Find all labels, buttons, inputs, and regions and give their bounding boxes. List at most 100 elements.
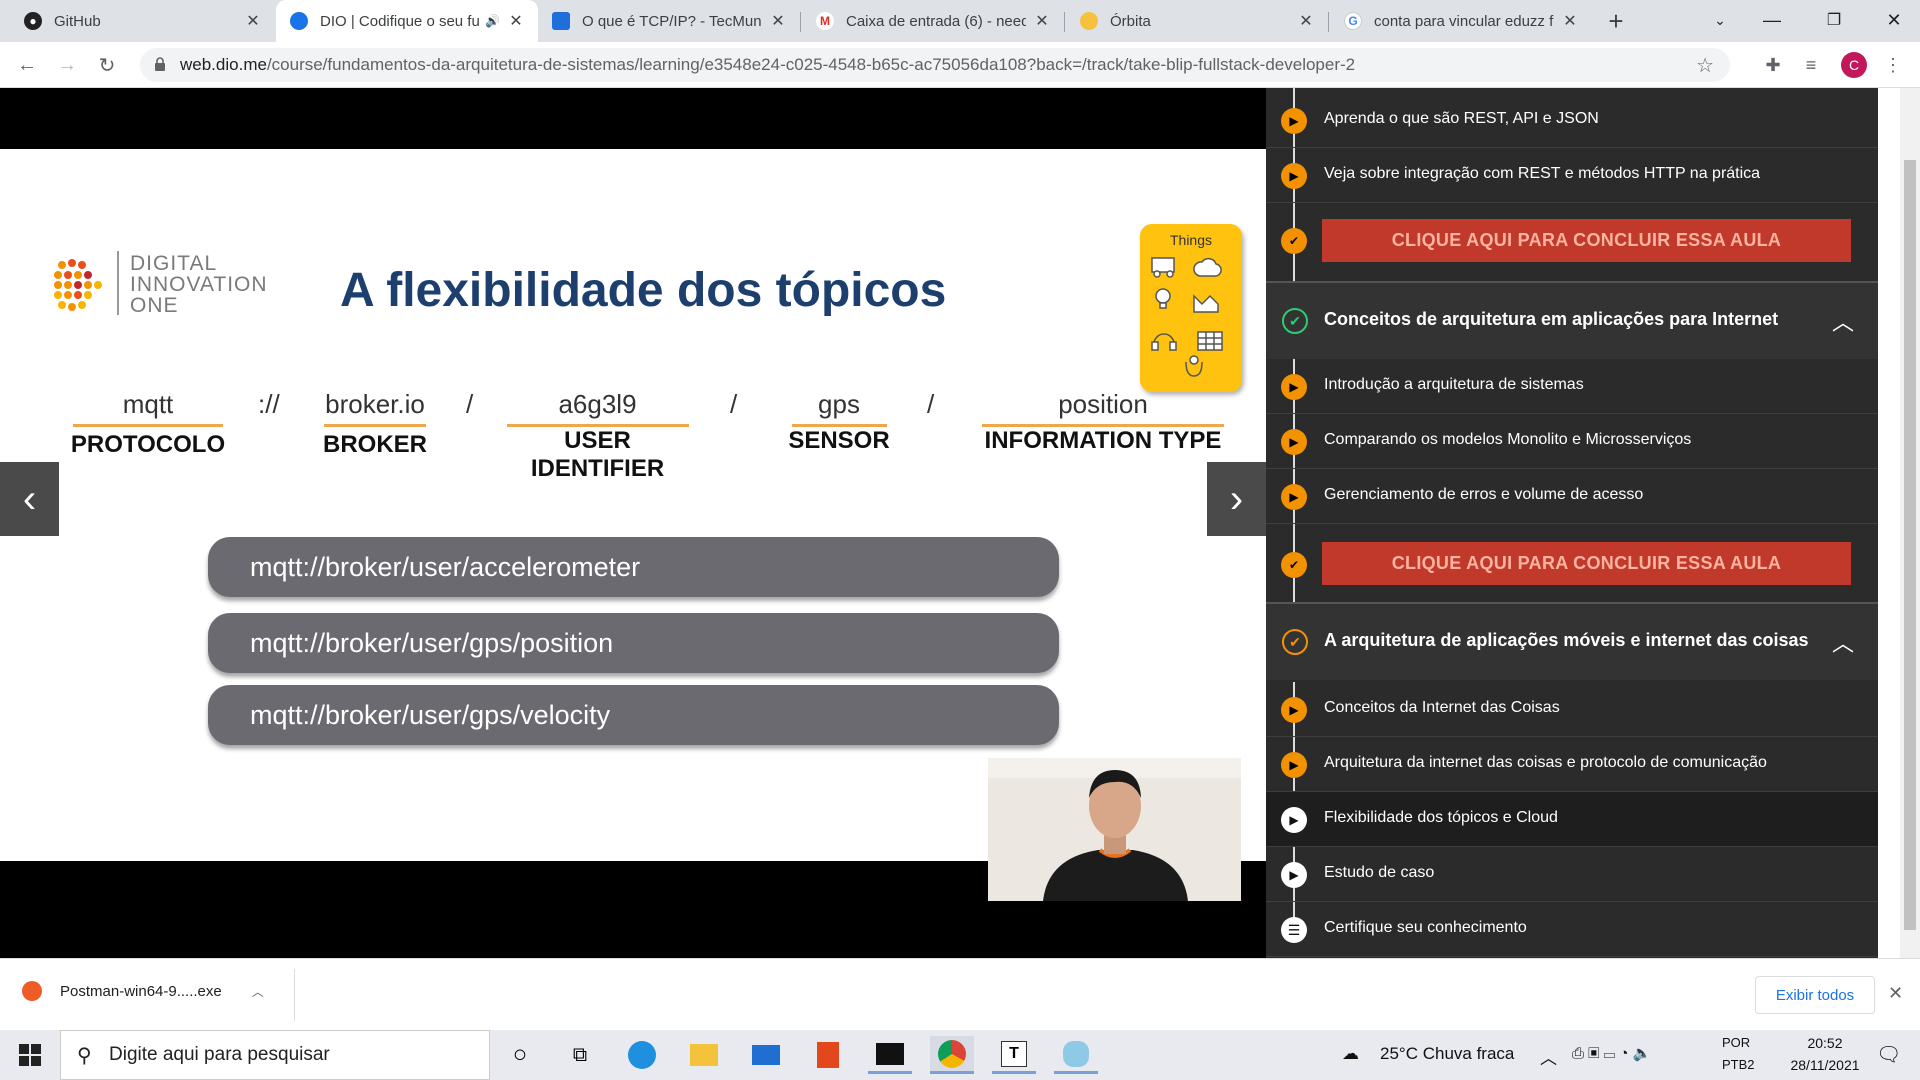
video-player[interactable]: DIGITAL INNOVATION ONE A flexibilidade d…: [0, 88, 1266, 958]
system-tray-icons[interactable]: ⎙ ▣ ▭ ◔ 🔈: [1572, 1044, 1651, 1062]
lesson-item[interactable]: ▶ Comparando os modelos Monolito e Micro…: [1266, 414, 1878, 469]
tab-gmail[interactable]: M Caixa de entrada (6) - need ✕: [802, 0, 1064, 42]
reading-list-icon[interactable]: ≡: [1798, 52, 1824, 78]
forward-icon[interactable]: →: [52, 50, 82, 80]
lesson-title: Introdução a arquitetura de sistemas: [1324, 376, 1584, 393]
extensions-icon[interactable]: ✚: [1760, 52, 1786, 78]
close-icon[interactable]: ✕: [770, 11, 786, 31]
lesson-item[interactable]: ▶ Gerenciamento de erros e volume de ace…: [1266, 469, 1878, 524]
segment-underline: [73, 424, 223, 427]
notifications-icon[interactable]: 🗨: [1876, 1042, 1901, 1067]
tab-orbita[interactable]: Órbita ✕: [1066, 0, 1328, 42]
weather-icon[interactable]: ☁: [1342, 1044, 1359, 1064]
separator: /: [927, 389, 935, 419]
bookmark-star-icon[interactable]: ☆: [1696, 53, 1714, 78]
segment-value: position: [1058, 389, 1148, 419]
paint-icon[interactable]: [1054, 1036, 1098, 1074]
clock-time[interactable]: 20:52: [1790, 1035, 1860, 1051]
lesson-item[interactable]: ▶ Veja sobre integração com REST e métod…: [1266, 148, 1878, 203]
weather-text[interactable]: 25°C Chuva fraca: [1380, 1044, 1514, 1064]
scrollbar-thumb[interactable]: [1904, 160, 1916, 930]
clock-date[interactable]: 28/11/2021: [1782, 1057, 1868, 1073]
page-scrollbar[interactable]: [1900, 88, 1920, 958]
segment-value: a6g3l9: [558, 389, 637, 419]
lock-icon: [155, 57, 165, 71]
lesson-title: Comparando os modelos Monolito e Micross…: [1324, 431, 1692, 448]
lesson-item[interactable]: ☰ Certifique seu conhecimento: [1266, 902, 1878, 957]
mail-icon[interactable]: [744, 1036, 788, 1074]
tab-title: O que é TCP/IP? - TecMund: [582, 12, 762, 30]
lesson-title: Gerenciamento de erros e volume de acess…: [1324, 486, 1644, 503]
office-icon[interactable]: [806, 1036, 850, 1074]
download-item[interactable]: Postman-win64-9.....exe ︿: [22, 981, 264, 1001]
play-icon: ▶: [1281, 862, 1307, 888]
section-header[interactable]: ✔ A arquitetura de aplicações móveis e i…: [1266, 602, 1878, 680]
file-explorer-icon[interactable]: [682, 1036, 726, 1074]
lesson-item[interactable]: ▶ Arquitetura da internet das coisas e p…: [1266, 737, 1878, 792]
show-all-downloads-button[interactable]: Exibir todos: [1755, 976, 1875, 1014]
segment-label: SENSOR: [788, 427, 890, 454]
segment-label: BROKER: [322, 431, 427, 458]
chevron-up-icon[interactable]: ︿: [1832, 305, 1854, 337]
close-icon[interactable]: ✕: [1034, 11, 1050, 31]
menu-icon[interactable]: ⋮: [1880, 52, 1906, 78]
lesson-item[interactable]: ▶ Aprenda o que são REST, API e JSON: [1266, 88, 1878, 148]
reload-icon[interactable]: ↻: [92, 50, 122, 80]
divider: [294, 969, 295, 1021]
segment-user-identifier: a6g3l9 USER IDENTIFIER: [500, 389, 695, 483]
url-host: web.dio.me: [180, 55, 267, 74]
typora-icon[interactable]: T: [992, 1036, 1036, 1074]
tab-dio[interactable]: DIO | Codifique o seu fu 🔊 ✕: [276, 0, 538, 42]
terminal-icon[interactable]: [868, 1036, 912, 1074]
tab-tecmundo[interactable]: O que é TCP/IP? - TecMund ✕: [538, 0, 800, 42]
segment-value: broker.io: [325, 389, 425, 419]
language-top[interactable]: POR: [1722, 1035, 1750, 1050]
back-icon[interactable]: ←: [12, 50, 42, 80]
segment-sensor: gps SENSOR: [780, 389, 898, 455]
show-hidden-icons[interactable]: ︿: [1540, 1044, 1557, 1069]
logo-line: DIGITAL: [130, 252, 218, 275]
search-icon: ⚲: [77, 1045, 92, 1067]
chevron-up-icon[interactable]: ︿: [252, 983, 264, 1000]
prev-slide-button[interactable]: ‹: [0, 462, 59, 536]
lesson-item-current[interactable]: ▶ Flexibilidade dos tópicos e Cloud: [1266, 792, 1878, 847]
tab-search-icon[interactable]: ⌄: [1690, 0, 1750, 40]
close-icon[interactable]: ✕: [508, 11, 524, 31]
tab-github[interactable]: ● GitHub ✕: [10, 0, 275, 42]
address-bar[interactable]: web.dio.me/course/fundamentos-da-arquite…: [140, 48, 1730, 82]
edge-icon[interactable]: [620, 1036, 664, 1074]
windows-start-icon[interactable]: [8, 1036, 52, 1074]
chevron-left-icon: ‹: [22, 476, 37, 521]
close-icon[interactable]: ✕: [1562, 11, 1578, 31]
section-header[interactable]: ✔ Conceitos de arquitetura em aplicações…: [1266, 281, 1878, 359]
taskbar-search-input[interactable]: ⚲ Digite aqui para pesquisar: [60, 1030, 490, 1080]
next-slide-button[interactable]: ›: [1207, 462, 1266, 536]
segment-value: mqtt: [122, 389, 174, 419]
tab-title: DIO | Codifique o seu fu: [320, 12, 480, 30]
lesson-item[interactable]: ▶ Introdução a arquitetura de sistemas: [1266, 359, 1878, 414]
lesson-item[interactable]: ▶ Conceitos da Internet das Coisas: [1266, 682, 1878, 737]
chevron-up-icon[interactable]: ︿: [1832, 626, 1854, 658]
maximize-button[interactable]: ❐: [1804, 0, 1864, 40]
conclude-lesson-button[interactable]: CLIQUE AQUI PARA CONCLUIR ESSA AULA: [1322, 219, 1851, 262]
tab-title: Órbita: [1110, 12, 1151, 30]
profile-avatar[interactable]: C: [1841, 52, 1867, 78]
close-icon[interactable]: ✕: [1888, 983, 1903, 1004]
tab-google[interactable]: G conta para vincular eduzz fo ✕: [1330, 0, 1592, 42]
conclude-lesson-button[interactable]: CLIQUE AQUI PARA CONCLUIR ESSA AULA: [1322, 542, 1851, 585]
close-window-button[interactable]: ✕: [1864, 0, 1920, 40]
speaker-icon[interactable]: 🔊: [485, 14, 500, 28]
cortana-icon[interactable]: ○: [498, 1036, 542, 1074]
chrome-icon[interactable]: [930, 1036, 974, 1074]
segment-label: PROTOCOLO: [70, 431, 226, 458]
topic-pill: mqtt://broker/user/gps/position: [208, 613, 1059, 673]
new-tab-button[interactable]: +: [1596, 0, 1636, 42]
task-view-icon[interactable]: ⧉: [558, 1036, 602, 1074]
lesson-item[interactable]: ▶ Estudo de caso: [1266, 847, 1878, 902]
topic-pill: mqtt://broker/user/gps/velocity: [208, 685, 1059, 745]
close-icon[interactable]: ✕: [1298, 11, 1314, 31]
language-bottom[interactable]: PTB2: [1722, 1057, 1755, 1072]
minimize-button[interactable]: —: [1742, 0, 1802, 40]
tab-separator: [1064, 12, 1065, 32]
close-icon[interactable]: ✕: [245, 11, 261, 31]
